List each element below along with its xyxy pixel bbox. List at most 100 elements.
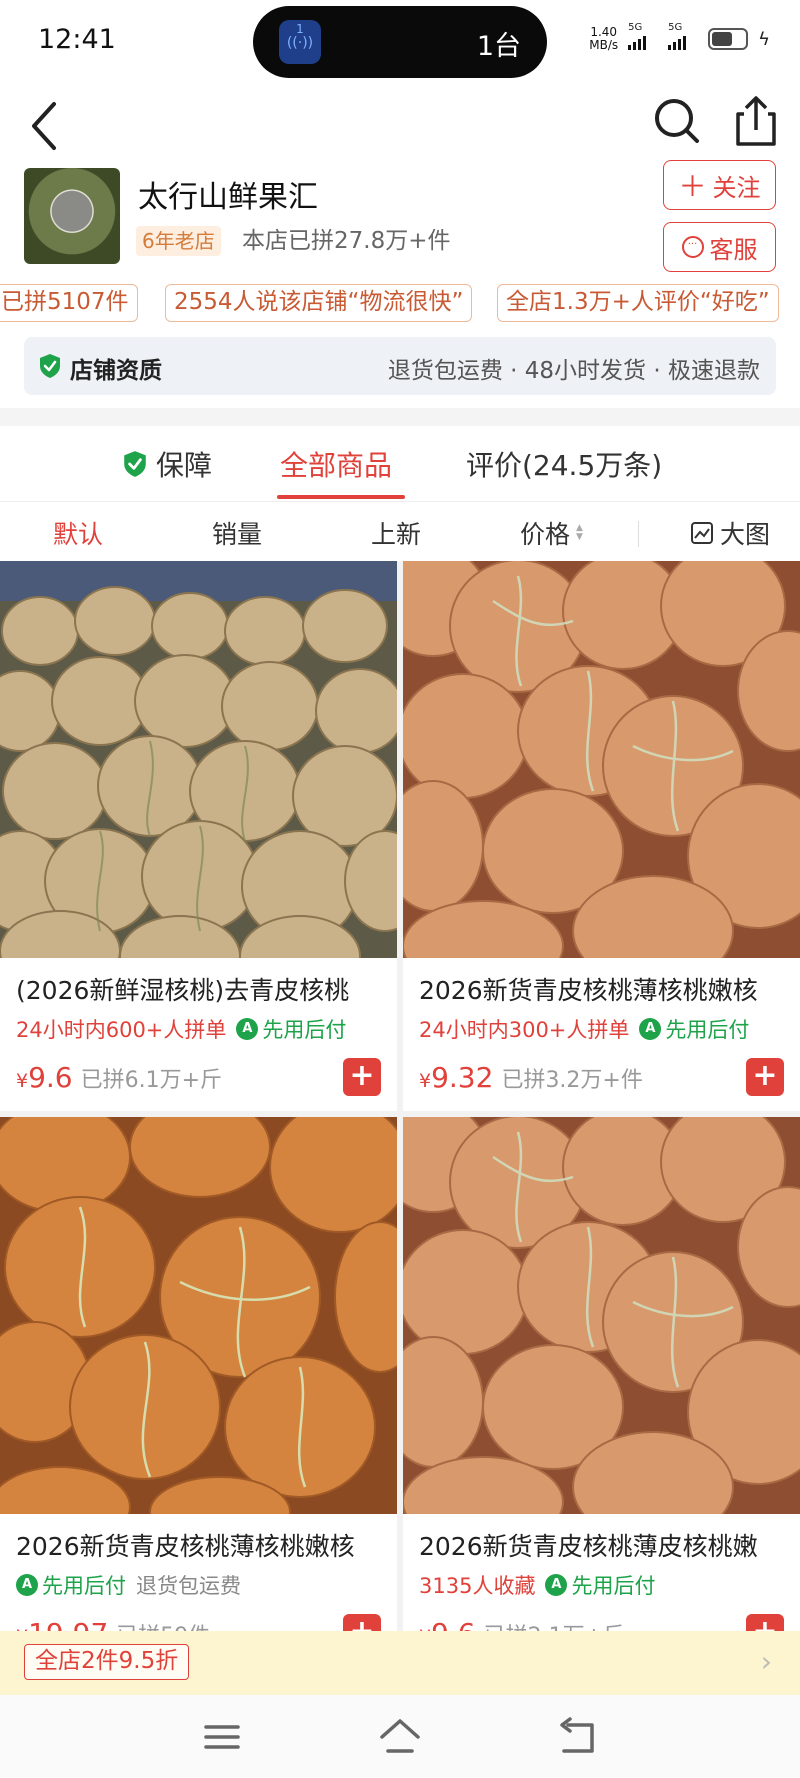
sort-price[interactable]: 价格 ▲ ▼ <box>520 515 583 551</box>
tab-guarantee[interactable]: 保障 <box>122 444 212 484</box>
product-meta: 24小时内600+人拼单 A 先用后付 <box>16 1014 346 1044</box>
product-title: 2026新货青皮核桃薄皮核桃嫩 <box>419 1532 758 1561</box>
pay-later-label: 先用后付 <box>42 1574 126 1598</box>
shop-sold-count: 本店已拼27.8万+件 <box>242 228 451 254</box>
active-tab-indicator <box>277 495 405 499</box>
shield-check-icon <box>40 354 60 378</box>
promo-bar[interactable]: 全店2件9.5折 › <box>0 1631 800 1695</box>
product-card[interactable]: 2026新货青皮核桃薄皮核桃嫩 3135人收藏 A 先用后付 ¥9.6 已拼2.… <box>403 1117 800 1631</box>
price-value: 19.97 <box>28 1617 108 1631</box>
signal-icon-2: 5G <box>668 22 698 50</box>
product-image[interactable] <box>403 561 800 958</box>
sort-sales[interactable]: 销量 <box>212 515 262 551</box>
big-picture-toggle[interactable]: 大图 <box>690 515 770 551</box>
share-button[interactable] <box>730 92 780 152</box>
sort-default[interactable]: 默认 <box>53 515 103 551</box>
add-to-cart-button[interactable]: + <box>746 1614 784 1631</box>
chip-reviews[interactable]: 全店1.3万+人评价“好吃” <box>497 284 779 322</box>
chevron-right-icon: › <box>760 1645 772 1678</box>
island-badge: 1 <box>296 22 304 36</box>
home-icon <box>380 1719 420 1753</box>
home-button[interactable] <box>378 1715 422 1759</box>
product-sold: 已拼6.1万+斤 <box>80 1068 223 1093</box>
status-icons: 1.40 MB/s 5G 5G ϟ <box>589 22 770 52</box>
follow-button[interactable]: ＋ 关注 <box>663 160 776 210</box>
walnut-photo <box>0 561 397 958</box>
add-to-cart-button[interactable]: + <box>343 1614 381 1631</box>
shop-name[interactable]: 太行山鲜果汇 <box>138 172 318 216</box>
big-picture-label: 大图 <box>720 520 771 549</box>
pay-later-badge: A 先用后付 <box>16 1570 126 1600</box>
shop-tabs: 保障 全部商品 评价(24.5万条) <box>0 426 800 502</box>
product-price: ¥19.97 <box>16 1617 108 1631</box>
service-label: 客服 <box>709 235 758 264</box>
product-card[interactable]: 2026新货青皮核桃薄核桃嫩核 A 先用后付 退货包运费 ¥19.97 已拼59… <box>0 1117 397 1631</box>
product-tag: 24小时内600+人拼单 <box>16 1018 227 1042</box>
pay-later-icon: A <box>16 1574 38 1596</box>
battery-icon <box>708 28 749 50</box>
product-meta: A 先用后付 退货包运费 <box>16 1570 241 1600</box>
product-image[interactable] <box>0 1117 397 1514</box>
pay-later-icon: A <box>236 1018 259 1040</box>
product-title: 2026新货青皮核桃薄核桃嫩核 <box>419 976 758 1005</box>
product-image[interactable] <box>0 561 397 958</box>
system-nav-bar <box>0 1695 800 1778</box>
shop-age-badge: 6年老店 <box>136 226 221 256</box>
pay-later-label: 先用后付 <box>665 1018 750 1042</box>
speed-unit: MB/s <box>589 38 619 52</box>
back-button[interactable] <box>24 94 74 154</box>
net-type-2: 5G <box>668 22 683 33</box>
customer-service-button[interactable]: ··· 客服 <box>663 222 776 272</box>
product-meta: 24小时内300+人拼单 A 先用后付 <box>419 1014 749 1044</box>
product-tag: 24小时内300+人拼单 <box>419 1018 630 1042</box>
chat-icon: ··· <box>681 236 704 258</box>
walnut-photo <box>403 561 800 958</box>
promo-tag: 全店2件9.5折 <box>24 1644 190 1680</box>
search-button[interactable] <box>652 94 702 150</box>
back-nav-button[interactable] <box>556 1715 600 1759</box>
dynamic-island[interactable]: 1 ((·)) 1台 <box>253 6 547 78</box>
product-image[interactable] <box>403 1117 800 1514</box>
product-tag: 退货包运费 <box>136 1574 241 1598</box>
product-card[interactable]: (2026新鲜湿核桃)去青皮核桃 24小时内600+人拼单 A 先用后付 ¥9.… <box>0 561 397 1111</box>
product-card[interactable]: 2026新货青皮核桃薄核桃嫩核 24小时内300+人拼单 A 先用后付 ¥9.3… <box>403 561 800 1111</box>
price-row: ¥9.6 已拼2.1万+斤 <box>419 1617 625 1631</box>
tab-all-products[interactable]: 全部商品 <box>280 444 392 484</box>
product-meta: 3135人收藏 A 先用后付 <box>419 1570 655 1600</box>
nfc-icon: 1 ((·)) <box>279 20 321 64</box>
signal-icon: 5G <box>628 22 658 50</box>
tab-reviews-label: 评价(24.5万条) <box>466 449 663 482</box>
pay-later-badge: A 先用后付 <box>639 1014 749 1044</box>
island-text: 1台 <box>476 31 521 62</box>
status-time: 12:41 <box>38 24 116 55</box>
walnut-photo <box>403 1117 800 1514</box>
chip-logistics[interactable]: 2554人说该店铺“物流很快” <box>165 284 473 322</box>
add-to-cart-button[interactable]: + <box>343 1058 381 1096</box>
shop-logo[interactable] <box>24 168 120 264</box>
network-speed: 1.40 MB/s <box>589 26 618 52</box>
sort-new[interactable]: 上新 <box>371 515 421 551</box>
currency-symbol: ¥ <box>16 1070 29 1092</box>
charging-icon: ϟ <box>758 28 770 50</box>
price-row: ¥19.97 已拼59件 <box>16 1617 210 1631</box>
walnut-photo <box>0 1117 397 1514</box>
product-sold: 已拼59件 <box>116 1618 210 1631</box>
tab-reviews[interactable]: 评价(24.5万条) <box>466 444 662 484</box>
product-title: (2026新鲜湿核桃)去青皮核桃 <box>16 976 350 1005</box>
shop-highlight-chips: 已拼5107件 2554人说该店铺“物流很快” 全店1.3万+人评价“好吃” <box>0 284 800 324</box>
product-sold: 已拼2.1万+斤 <box>484 1618 625 1631</box>
nav-bar <box>0 82 800 164</box>
product-sold: 已拼3.2万+件 <box>501 1068 643 1093</box>
pay-later-badge: A 先用后付 <box>236 1014 346 1044</box>
pay-later-badge: A 先用后付 <box>545 1570 655 1600</box>
chevron-left-icon <box>32 102 56 150</box>
shield-check-icon <box>124 451 146 477</box>
price-value: 9.6 <box>431 1617 476 1631</box>
chip-sold[interactable]: 已拼5107件 <box>0 284 138 322</box>
shop-qualification-bar[interactable]: 店铺资质 退货包运费 · 48小时发货 · 极速退款 <box>24 337 776 395</box>
currency-symbol: ¥ <box>419 1070 432 1092</box>
add-to-cart-button[interactable]: + <box>746 1058 784 1096</box>
net-type-1: 5G <box>628 22 643 33</box>
menu-button[interactable] <box>200 1715 244 1759</box>
product-price: ¥9.32 <box>419 1061 493 1094</box>
